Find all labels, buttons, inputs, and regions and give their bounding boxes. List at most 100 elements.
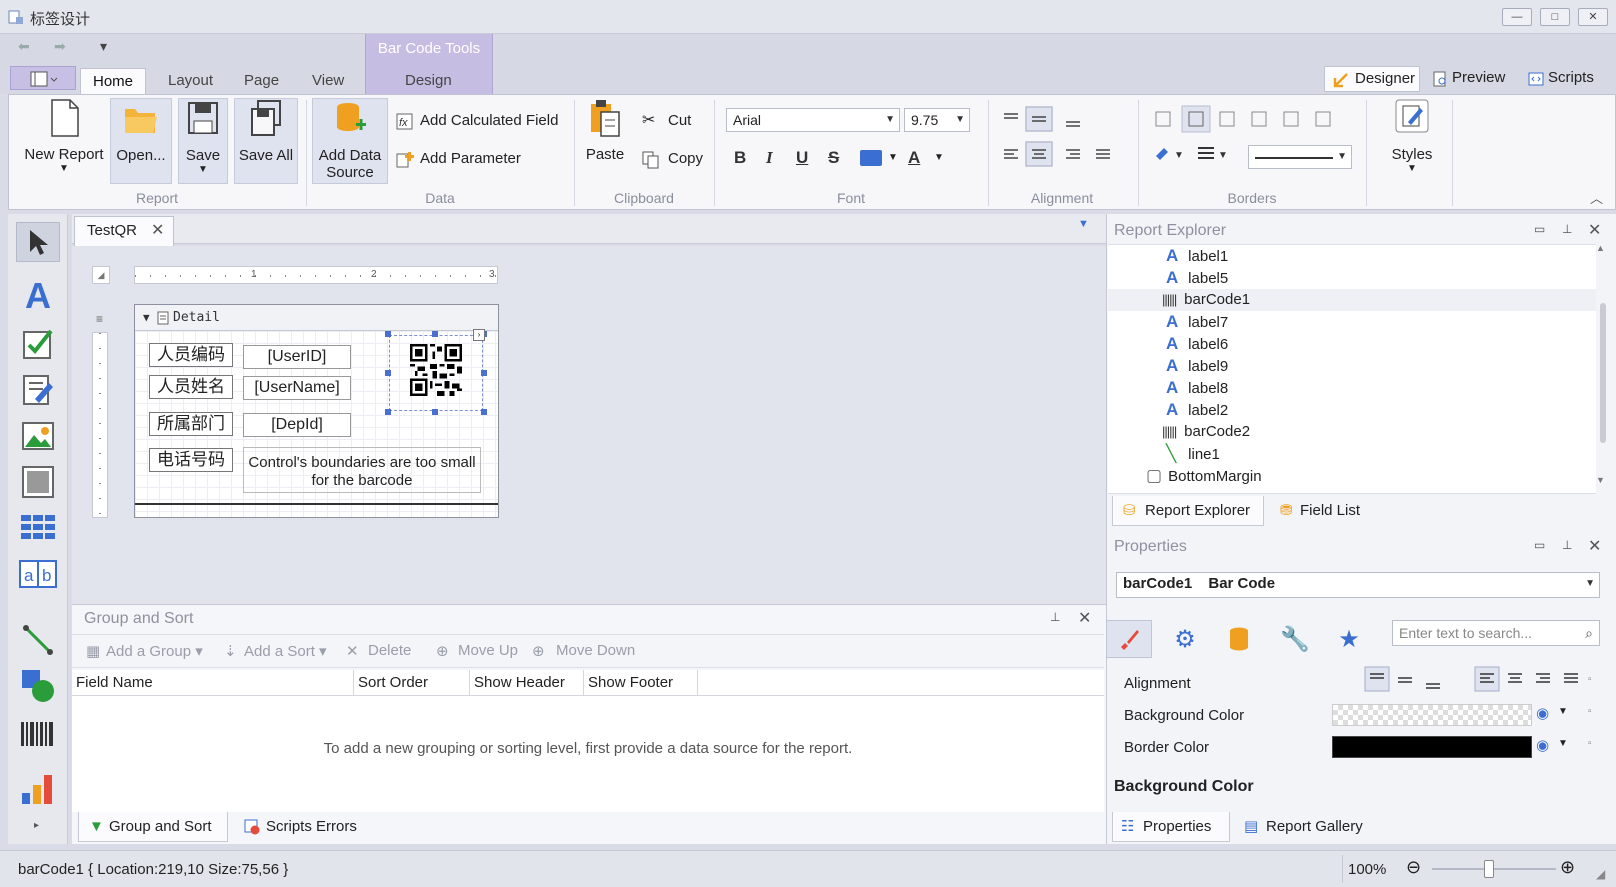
scrollbar-thumb[interactable] <box>1600 303 1606 443</box>
maximize-button[interactable]: □ <box>1540 8 1570 26</box>
tab-scripts-errors[interactable]: Scripts Errors <box>236 812 357 842</box>
tree-item-barcode2[interactable]: |||||| barCode2 <box>1108 421 1596 443</box>
tab-group-and-sort[interactable]: ▼ Group and Sort <box>78 812 228 842</box>
panel-tool[interactable] <box>16 462 60 502</box>
close-window-button[interactable]: ✕ <box>1578 8 1608 26</box>
pin-icon[interactable]: ⊥ <box>1562 538 1572 552</box>
favorites-category-button[interactable]: ★ <box>1326 620 1372 658</box>
tree-item-label7[interactable]: A label7 <box>1108 311 1596 333</box>
redo-icon[interactable]: ➡ <box>54 38 66 60</box>
zoom-slider-thumb[interactable] <box>1484 860 1494 878</box>
selected-barcode[interactable] <box>389 335 483 411</box>
tab-report-gallery[interactable]: ▤ Report Gallery <box>1236 812 1363 842</box>
collapse-band-icon[interactable]: ▼ <box>143 305 150 331</box>
border-color-swatch[interactable] <box>1332 736 1532 758</box>
add-group-button[interactable]: ▦ Add a Group ▾ <box>86 642 203 660</box>
font-color-icon[interactable]: A <box>908 148 920 168</box>
panel-options-icon[interactable]: ▭ <box>1534 222 1545 236</box>
tree-item-bottommargin[interactable]: ▢ BottomMargin <box>1108 465 1596 487</box>
chevron-down-icon[interactable]: ▼ <box>1558 738 1568 749</box>
layout-category-button[interactable]: 🔧 <box>1272 620 1318 658</box>
field-label-department[interactable]: [DepId] <box>243 413 351 437</box>
pin-icon[interactable]: ⊥ <box>1050 610 1060 624</box>
tab-home[interactable]: Home <box>80 68 146 94</box>
tab-field-list[interactable]: ⛃ Field List <box>1270 496 1360 526</box>
caption-label-user-id[interactable]: 人员编码 <box>149 343 233 367</box>
scripts-view-button[interactable]: Scripts <box>1526 66 1594 92</box>
add-data-source-button[interactable]: Add Data Source <box>312 98 388 184</box>
save-button[interactable]: Save ▼ <box>178 98 228 184</box>
new-report-button[interactable]: New Report ▼ <box>14 98 114 174</box>
document-tab-testqr[interactable]: TestQR ✕ <box>74 216 174 246</box>
tree-item-label6[interactable]: A label6 <box>1108 333 1596 355</box>
alignment-editor[interactable] <box>1364 666 1596 694</box>
resize-handle[interactable] <box>385 409 391 415</box>
add-calculated-field-button[interactable]: fx Add Calculated Field <box>396 110 558 132</box>
copy-button[interactable]: Copy <box>642 148 703 170</box>
resize-handle[interactable] <box>432 409 438 415</box>
panel-options-icon[interactable]: ▭ <box>1534 538 1545 552</box>
tree-item-line1[interactable]: ╲ line1 <box>1108 443 1596 465</box>
cut-button[interactable]: ✂ Cut <box>642 110 691 132</box>
highlight-color-icon[interactable] <box>860 150 882 166</box>
chevron-down-icon[interactable]: ▼ <box>934 152 944 163</box>
tab-page[interactable]: Page <box>232 68 291 94</box>
delete-button[interactable]: ✕ Delete <box>346 642 411 660</box>
tree-item-barcode1[interactable]: |||||| barCode1 <box>1108 289 1596 311</box>
resize-handle[interactable] <box>385 370 391 376</box>
strikethrough-icon[interactable]: S <box>828 148 839 168</box>
zoom-slider-track[interactable] <box>1432 868 1556 870</box>
move-up-button[interactable]: ⊕ Move Up <box>436 642 518 660</box>
color-picker-icon[interactable]: ◉ <box>1536 704 1549 722</box>
tree-item-label2[interactable]: A label2 <box>1108 399 1596 421</box>
object-selector[interactable]: barCode1 Bar Code ▼ <box>1116 572 1600 598</box>
zoom-out-icon[interactable]: ⊖ <box>1406 857 1421 878</box>
scroll-up-icon[interactable]: ▲ <box>1596 243 1605 253</box>
add-sort-button[interactable]: ⇣ Add a Sort ▾ <box>224 642 327 660</box>
tree-item-label9[interactable]: A label9 <box>1108 355 1596 377</box>
designer-view-button[interactable]: Designer <box>1324 66 1420 92</box>
close-panel-icon[interactable]: ✕ <box>1588 536 1601 556</box>
column-header-field-name[interactable]: Field Name <box>72 670 354 696</box>
band-menu-icon[interactable]: ≡ <box>96 312 103 326</box>
shape-tool[interactable] <box>16 666 60 706</box>
preview-view-button[interactable]: Preview <box>1430 66 1505 92</box>
background-color-swatch[interactable] <box>1332 704 1532 726</box>
checkbox-tool[interactable] <box>16 324 60 364</box>
bold-icon[interactable]: B <box>734 148 746 168</box>
tree-item-label1[interactable]: A label1 <box>1108 245 1596 267</box>
group-sort-grid[interactable]: To add a new grouping or sorting level, … <box>72 696 1104 812</box>
tab-list-dropdown-icon[interactable]: ▼ <box>1078 218 1089 230</box>
alignment-buttons[interactable] <box>996 104 1126 174</box>
chart-tool[interactable] <box>16 768 60 808</box>
collapse-ribbon-icon[interactable]: ︿ <box>1590 188 1603 207</box>
picture-tool[interactable] <box>16 416 60 456</box>
scroll-down-icon[interactable]: ▼ <box>1596 475 1605 485</box>
save-all-button[interactable]: Save All <box>234 98 298 184</box>
pointer-tool[interactable] <box>16 222 60 262</box>
application-menu-button[interactable] <box>10 66 76 90</box>
chevron-down-icon[interactable]: ▼ <box>1558 706 1568 717</box>
field-label-user-name[interactable]: [UserName] <box>243 376 351 400</box>
barcode-tool[interactable] <box>16 714 60 754</box>
close-panel-icon[interactable]: ✕ <box>1078 608 1091 628</box>
column-header-show-footer[interactable]: Show Footer <box>584 670 698 696</box>
tab-design[interactable]: Design <box>393 68 464 94</box>
paste-button[interactable]: Paste <box>580 98 630 163</box>
line1-control[interactable] <box>135 503 498 505</box>
barcode2-error-message[interactable]: Control's boundaries are too small for t… <box>243 447 481 493</box>
undo-icon[interactable]: ⬅ <box>18 38 30 60</box>
zoom-in-icon[interactable]: ⊕ <box>1560 857 1575 878</box>
qat-customize-icon[interactable]: ▾ <box>100 38 107 60</box>
italic-icon[interactable]: I <box>766 148 773 168</box>
close-tab-icon[interactable]: ✕ <box>151 217 164 245</box>
font-size-select[interactable]: 9.75 ▼ <box>904 108 970 132</box>
column-header-sort-order[interactable]: Sort Order <box>354 670 470 696</box>
resize-handle[interactable] <box>481 409 487 415</box>
label-tool[interactable]: A <box>16 275 60 316</box>
field-label-user-id[interactable]: [UserID] <box>243 345 351 369</box>
tab-view[interactable]: View <box>300 68 356 94</box>
detail-band[interactable]: ▼ Detail 人员编码 [UserID] 人员姓名 [UserName] 所… <box>134 304 499 518</box>
resize-handle[interactable] <box>481 370 487 376</box>
tab-properties[interactable]: ☷ Properties <box>1112 812 1230 842</box>
